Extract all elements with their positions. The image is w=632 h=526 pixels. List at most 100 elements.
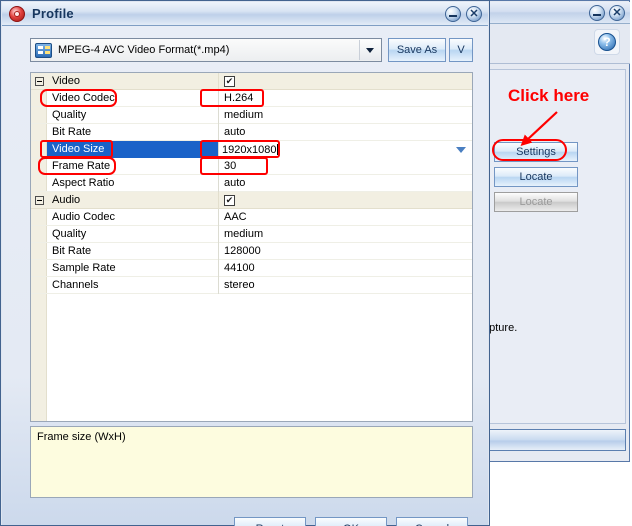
property-value-video-quality[interactable]: medium bbox=[219, 107, 472, 124]
table-row[interactable]: Aspect Ratio auto bbox=[31, 174, 472, 192]
video-enabled-checkbox[interactable] bbox=[224, 75, 235, 87]
table-row[interactable]: Bit Rate 128000 bbox=[31, 242, 472, 260]
profile-selector-row: MPEG-4 AVC Video Format(*.mp4) Save As V bbox=[30, 38, 473, 62]
profile-target-icon bbox=[9, 5, 25, 22]
row-indent bbox=[31, 175, 47, 192]
locate-button-disabled: Locate bbox=[494, 192, 578, 212]
property-name-sample-rate: Sample Rate bbox=[47, 259, 219, 277]
group-name-audio: Audio bbox=[47, 191, 219, 209]
property-grid-rows: Video Video Codec H.264 Quality medium bbox=[31, 73, 472, 294]
profile-menu-label: V bbox=[457, 44, 465, 56]
ok-button[interactable]: OK bbox=[315, 517, 387, 526]
property-name-audio-codec: Audio Codec bbox=[47, 208, 219, 226]
locate-button-disabled-label: Locate bbox=[519, 196, 553, 208]
help-icon: ? bbox=[598, 33, 616, 51]
annotation-click-here: Click here bbox=[508, 86, 590, 105]
property-value-sample-rate[interactable]: 44100 bbox=[219, 260, 472, 277]
table-row[interactable]: Audio Codec AAC bbox=[31, 208, 472, 226]
property-value-channels[interactable]: stereo bbox=[219, 277, 472, 294]
minimize-icon bbox=[446, 7, 460, 21]
reset-button[interactable]: Reset bbox=[234, 517, 306, 526]
group-row-video[interactable]: Video bbox=[31, 73, 472, 90]
description-pane: Frame size (WxH) bbox=[30, 426, 473, 498]
row-indent bbox=[31, 141, 47, 158]
profile-format-value: MPEG-4 AVC Video Format(*.mp4) bbox=[58, 44, 230, 56]
profile-dialog-body: MPEG-4 AVC Video Format(*.mp4) Save As V bbox=[2, 26, 488, 526]
group-value-video bbox=[219, 73, 472, 90]
background-window-controls: ✕ bbox=[589, 5, 625, 21]
table-row[interactable]: Quality medium bbox=[31, 106, 472, 124]
property-value-audio-bit-rate[interactable]: 128000 bbox=[219, 243, 472, 260]
profile-close-button[interactable]: ✕ bbox=[466, 6, 482, 22]
video-file-icon bbox=[35, 42, 52, 58]
cancel-button[interactable]: Cancel bbox=[396, 517, 468, 526]
locate-button[interactable]: Locate bbox=[494, 167, 578, 187]
table-row[interactable]: Sample Rate 44100 bbox=[31, 259, 472, 277]
table-row[interactable]: Video Codec H.264 bbox=[31, 89, 472, 107]
save-as-button[interactable]: Save As bbox=[388, 38, 446, 62]
collapse-icon bbox=[34, 195, 44, 205]
property-name-channels: Channels bbox=[47, 276, 219, 294]
settings-button[interactable]: Settings bbox=[494, 142, 578, 162]
row-indent bbox=[31, 277, 47, 294]
group-row-audio[interactable]: Audio bbox=[31, 191, 472, 209]
video-size-input[interactable]: 1920x1080 bbox=[219, 142, 296, 157]
profile-dialog-title: Profile bbox=[32, 6, 74, 21]
group-value-audio bbox=[219, 192, 472, 209]
side-button-panel: Settings Locate Locate bbox=[486, 63, 616, 423]
table-row-selected[interactable]: Video Size 1920x1080 bbox=[31, 140, 472, 158]
property-name-video-size: Video Size bbox=[47, 140, 219, 158]
background-minimize-button[interactable] bbox=[589, 5, 605, 21]
screenshot-root: ✕ ? apture. Settings Locate Locate Profi… bbox=[0, 0, 632, 526]
property-value-audio-quality[interactable]: medium bbox=[219, 226, 472, 243]
property-name-audio-bit-rate: Bit Rate bbox=[47, 242, 219, 260]
property-name-video-bit-rate: Bit Rate bbox=[47, 123, 219, 141]
locate-button-label: Locate bbox=[519, 171, 553, 183]
property-value-video-bit-rate[interactable]: auto bbox=[219, 124, 472, 141]
row-indent bbox=[31, 124, 47, 141]
row-indent bbox=[31, 107, 47, 124]
profile-minimize-button[interactable] bbox=[445, 6, 461, 22]
row-indent bbox=[31, 158, 47, 175]
table-row[interactable]: Channels stereo bbox=[31, 276, 472, 294]
property-name-audio-quality: Quality bbox=[47, 225, 219, 243]
table-row[interactable]: Frame Rate 30 bbox=[31, 157, 472, 175]
video-size-editor[interactable]: 1920x1080 bbox=[219, 141, 472, 158]
chevron-down-icon bbox=[366, 47, 374, 53]
profile-window-controls: ✕ bbox=[445, 6, 482, 22]
property-grid[interactable]: Video Video Codec H.264 Quality medium bbox=[30, 72, 473, 422]
dialog-button-bar: Reset OK Cancel bbox=[234, 517, 468, 526]
property-value-audio-codec[interactable]: AAC bbox=[219, 209, 472, 226]
property-name-video-codec: Video Codec bbox=[47, 89, 219, 107]
minimize-icon bbox=[590, 6, 604, 20]
expander-video[interactable] bbox=[31, 73, 47, 90]
profile-format-dropdown-arrow[interactable] bbox=[359, 40, 380, 60]
profile-dialog: Profile ✕ MPEG-4 AVC Video Format(*.mp4) bbox=[0, 0, 490, 526]
close-icon: ✕ bbox=[612, 6, 622, 19]
property-value-aspect-ratio[interactable]: auto bbox=[219, 175, 472, 192]
row-indent bbox=[31, 243, 47, 260]
background-close-button[interactable]: ✕ bbox=[609, 5, 625, 21]
profile-menu-button[interactable]: V bbox=[449, 38, 473, 62]
property-value-frame-rate[interactable]: 30 bbox=[219, 158, 472, 175]
chevron-down-icon bbox=[456, 146, 466, 153]
help-button[interactable]: ? bbox=[594, 29, 620, 55]
row-indent bbox=[31, 209, 47, 226]
collapse-icon bbox=[34, 76, 44, 86]
video-size-input-value: 1920x1080 bbox=[222, 143, 277, 156]
expander-audio[interactable] bbox=[31, 192, 47, 209]
profile-format-combobox[interactable]: MPEG-4 AVC Video Format(*.mp4) bbox=[30, 38, 382, 62]
video-size-dropdown-arrow[interactable] bbox=[454, 143, 468, 156]
group-name-video: Video bbox=[47, 73, 219, 90]
property-name-video-quality: Quality bbox=[47, 106, 219, 124]
table-row[interactable]: Bit Rate auto bbox=[31, 123, 472, 141]
audio-enabled-checkbox[interactable] bbox=[224, 194, 235, 206]
property-value-video-codec[interactable]: H.264 bbox=[219, 90, 472, 107]
close-icon: ✕ bbox=[469, 7, 479, 20]
table-row[interactable]: Quality medium bbox=[31, 225, 472, 243]
save-as-label: Save As bbox=[396, 44, 438, 56]
property-name-aspect-ratio: Aspect Ratio bbox=[47, 174, 219, 192]
row-indent bbox=[31, 90, 47, 107]
row-indent bbox=[31, 260, 47, 277]
profile-dialog-titlebar: Profile ✕ bbox=[2, 2, 488, 26]
